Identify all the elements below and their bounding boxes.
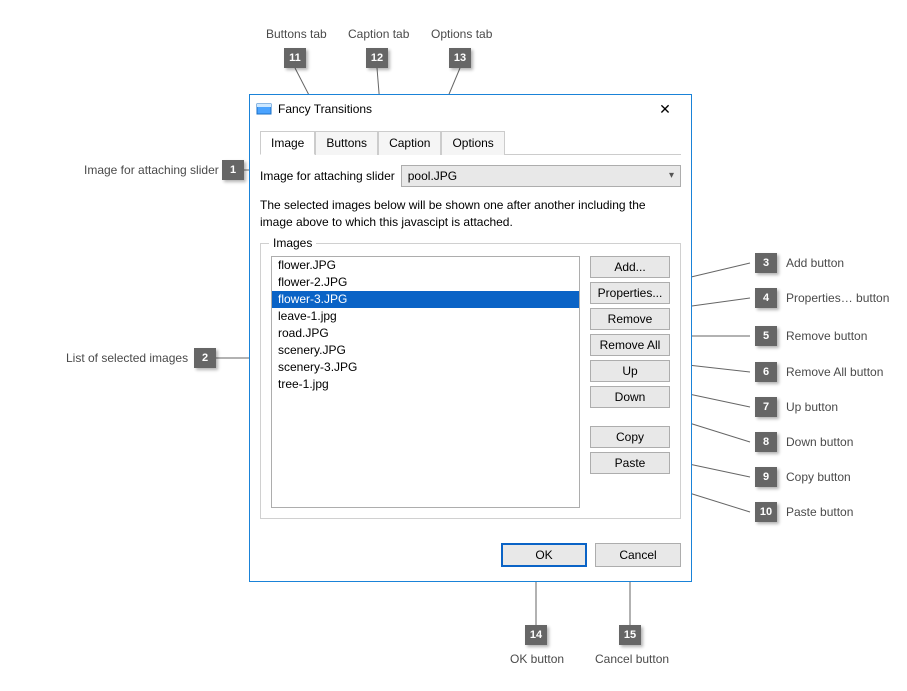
images-legend: Images <box>269 236 316 250</box>
attach-image-value: pool.JPG <box>408 169 457 183</box>
list-item[interactable]: flower-2.JPG <box>272 274 579 291</box>
callout-badge-10: 10 <box>755 502 777 522</box>
close-icon[interactable]: ✕ <box>645 99 685 119</box>
dialog-footer: OK Cancel <box>250 529 691 581</box>
callout-label-13: Options tab <box>431 27 492 41</box>
callout-label-10: Paste button <box>786 505 853 519</box>
attach-label: Image for attaching slider <box>260 169 395 183</box>
list-item[interactable]: leave-1.jpg <box>272 308 579 325</box>
tab-options[interactable]: Options <box>441 131 504 155</box>
list-item[interactable]: scenery-3.JPG <box>272 359 579 376</box>
titlebar: Fancy Transitions ✕ <box>250 95 691 123</box>
cancel-button[interactable]: Cancel <box>595 543 681 567</box>
callout-badge-5: 5 <box>755 326 777 346</box>
info-text: The selected images below will be shown … <box>260 197 681 231</box>
callout-badge-6: 6 <box>755 362 777 382</box>
callout-badge-15: 15 <box>619 625 641 645</box>
remove-all-button[interactable]: Remove All <box>590 334 670 356</box>
list-item[interactable]: tree-1.jpg <box>272 376 579 393</box>
images-listbox[interactable]: flower.JPGflower-2.JPGflower-3.JPGleave-… <box>271 256 580 508</box>
callout-label-5: Remove button <box>786 329 867 343</box>
callout-badge-9: 9 <box>755 467 777 487</box>
list-item[interactable]: flower-3.JPG <box>272 291 579 308</box>
callout-badge-4: 4 <box>755 288 777 308</box>
callout-badge-14: 14 <box>525 625 547 645</box>
copy-button[interactable]: Copy <box>590 426 670 448</box>
images-group: Images flower.JPGflower-2.JPGflower-3.JP… <box>260 243 681 519</box>
callout-label-3: Add button <box>786 256 844 270</box>
remove-button[interactable]: Remove <box>590 308 670 330</box>
callout-badge-7: 7 <box>755 397 777 417</box>
callout-label-9: Copy button <box>786 470 851 484</box>
callout-label-2: List of selected images <box>66 351 188 365</box>
callout-badge-12: 12 <box>366 48 388 68</box>
list-item[interactable]: road.JPG <box>272 325 579 342</box>
callout-label-11: Buttons tab <box>266 27 327 41</box>
down-button[interactable]: Down <box>590 386 670 408</box>
tab-buttons[interactable]: Buttons <box>315 131 378 155</box>
properties-button[interactable]: Properties... <box>590 282 670 304</box>
callout-badge-2: 2 <box>194 348 216 368</box>
paste-button[interactable]: Paste <box>590 452 670 474</box>
tab-caption[interactable]: Caption <box>378 131 441 155</box>
callout-badge-1: 1 <box>222 160 244 180</box>
callout-badge-3: 3 <box>755 253 777 273</box>
tab-image[interactable]: Image <box>260 131 315 155</box>
list-item[interactable]: scenery.JPG <box>272 342 579 359</box>
app-icon <box>256 101 272 117</box>
ok-button[interactable]: OK <box>501 543 587 567</box>
tab-row: Image Buttons Caption Options <box>260 131 681 155</box>
callout-label-7: Up button <box>786 400 838 414</box>
up-button[interactable]: Up <box>590 360 670 382</box>
callout-label-12: Caption tab <box>348 27 409 41</box>
window-title: Fancy Transitions <box>278 102 645 116</box>
callout-label-1: Image for attaching slider <box>84 163 219 177</box>
callout-label-4: Properties… button <box>786 291 889 305</box>
callout-label-6: Remove All button <box>786 365 883 379</box>
callout-badge-13: 13 <box>449 48 471 68</box>
callout-badge-11: 11 <box>284 48 306 68</box>
callout-badge-8: 8 <box>755 432 777 452</box>
callout-label-15: Cancel button <box>595 652 669 666</box>
chevron-down-icon: ▾ <box>669 170 674 181</box>
fancy-transitions-dialog: Fancy Transitions ✕ Image Buttons Captio… <box>249 94 692 582</box>
add-button[interactable]: Add... <box>590 256 670 278</box>
callout-label-14: OK button <box>510 652 564 666</box>
list-item[interactable]: flower.JPG <box>272 257 579 274</box>
callout-label-8: Down button <box>786 435 853 449</box>
attach-image-combo[interactable]: pool.JPG ▾ <box>401 165 681 187</box>
